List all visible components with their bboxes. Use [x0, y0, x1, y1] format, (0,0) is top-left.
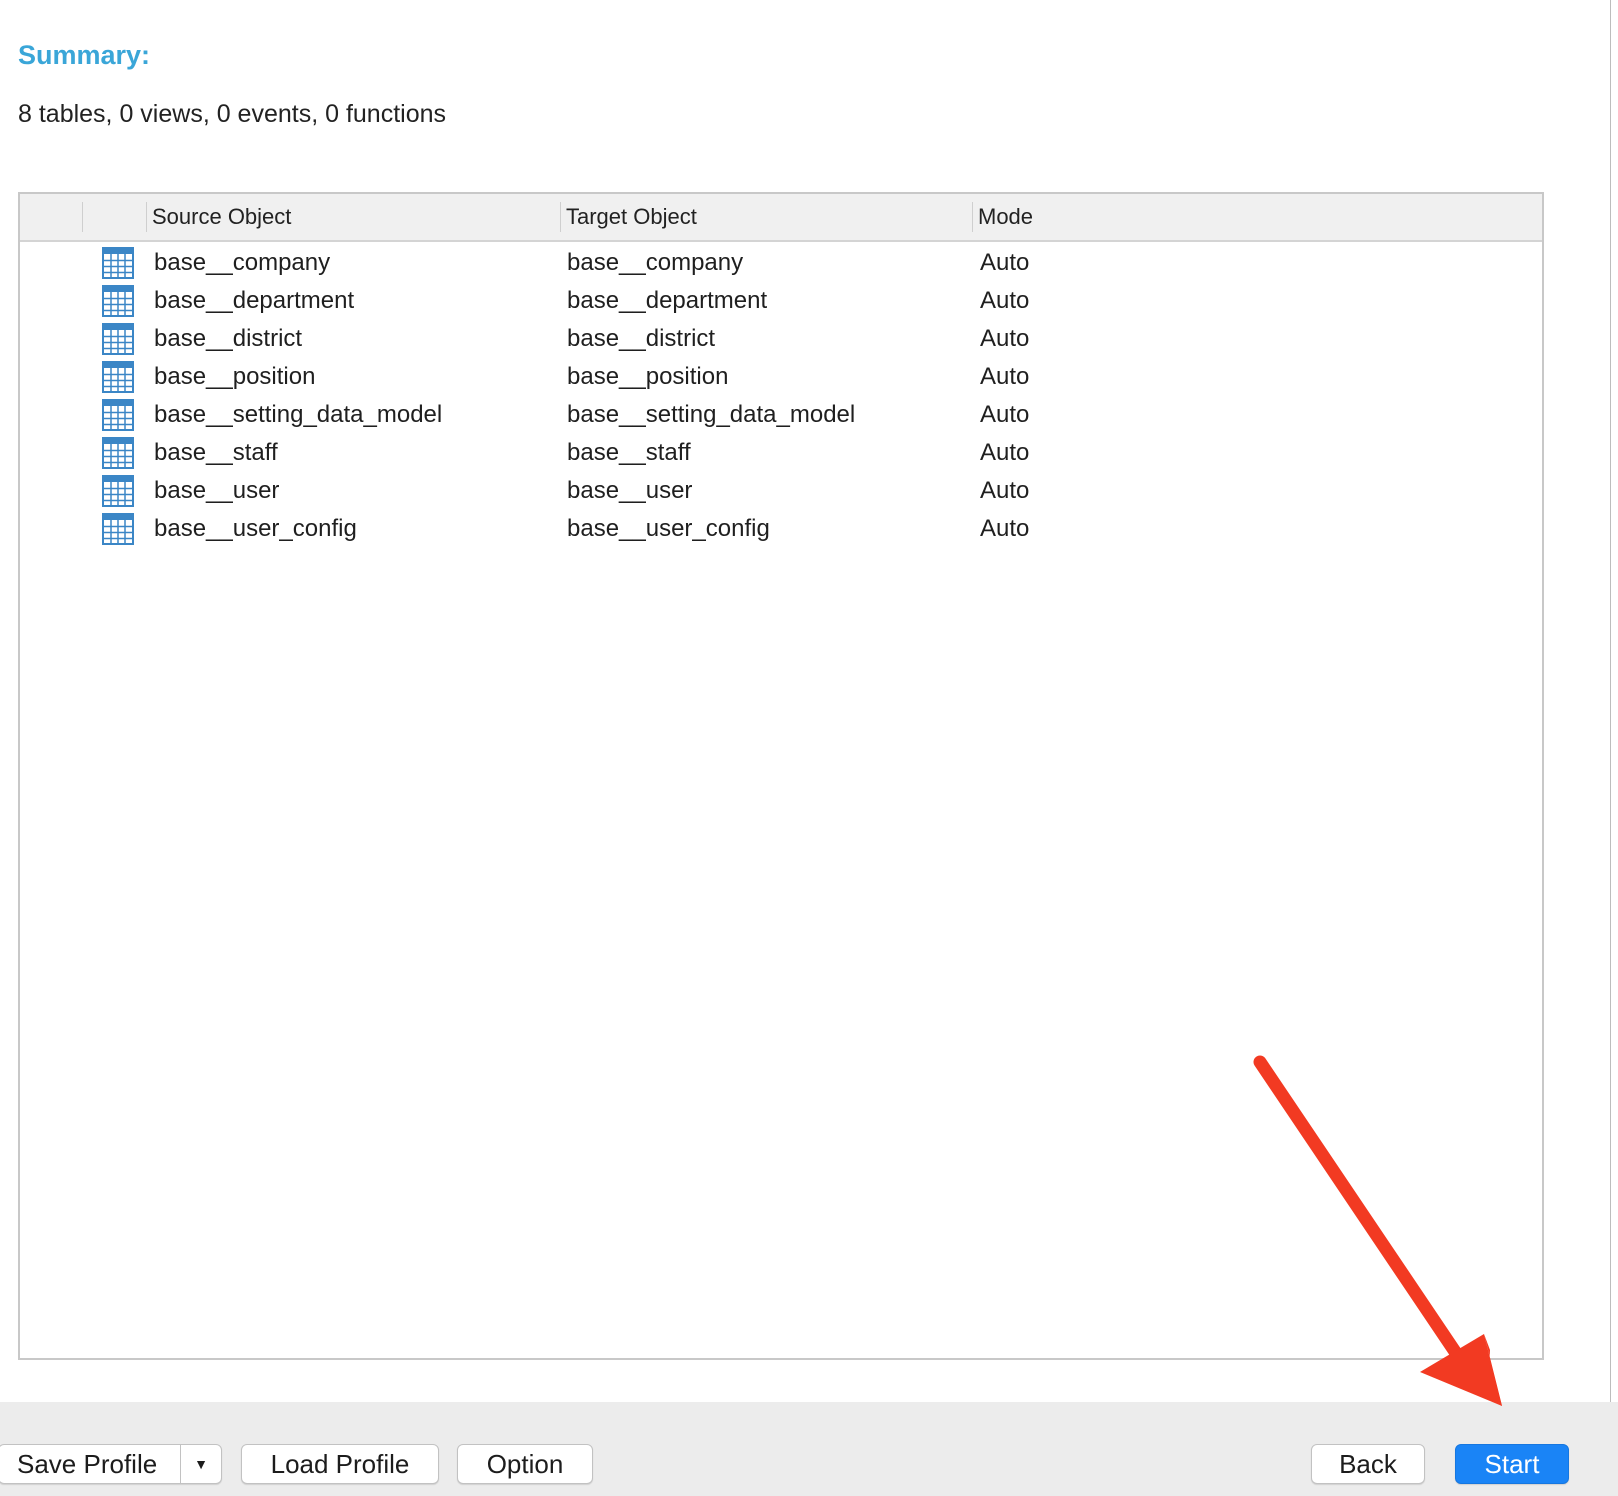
target-object-cell: base__position — [567, 363, 729, 390]
summary-title: Summary: — [18, 40, 151, 70]
table-row[interactable]: base__setting_data_model base__setting_da… — [20, 396, 1542, 434]
transfer-summary-page: Summary: 8 tables, 0 views, 0 events, 0 … — [0, 0, 1618, 1496]
target-object-cell: base__user_config — [567, 515, 770, 542]
table-icon — [102, 247, 134, 279]
table-row[interactable]: base__department base__department Auto — [20, 282, 1542, 320]
source-object-cell: base__user — [154, 477, 280, 504]
table-row[interactable]: base__district base__district Auto — [20, 320, 1542, 358]
table-icon — [102, 475, 134, 507]
column-divider[interactable] — [82, 202, 83, 232]
source-object-cell: base__user_config — [154, 515, 357, 542]
source-object-cell: base__position — [154, 363, 316, 390]
column-divider[interactable] — [972, 202, 973, 232]
mode-cell: Auto — [980, 287, 1030, 314]
table-icon — [102, 361, 134, 393]
summary-text: 8 tables, 0 views, 0 events, 0 functions — [18, 100, 447, 128]
source-object-cell: base__department — [154, 287, 355, 314]
table-icon — [102, 399, 134, 431]
header-source-object[interactable]: Source Object — [148, 194, 558, 240]
target-object-cell: base__company — [567, 249, 744, 276]
source-object-cell: base__district — [154, 325, 303, 352]
back-button[interactable]: Back — [1311, 1444, 1425, 1484]
table-row[interactable]: base__position base__position Auto — [20, 358, 1542, 396]
table-row[interactable]: base__company base__company Auto — [20, 244, 1542, 282]
source-object-cell: base__company — [154, 249, 331, 276]
mode-cell: Auto — [980, 515, 1030, 542]
mode-cell: Auto — [980, 401, 1030, 428]
start-button[interactable]: Start — [1455, 1444, 1569, 1484]
load-profile-button[interactable]: Load Profile — [241, 1444, 439, 1484]
target-object-cell: base__user — [567, 477, 693, 504]
mode-cell: Auto — [980, 325, 1030, 352]
target-object-cell: base__department — [567, 287, 768, 314]
target-object-cell: base__setting_data_model — [567, 401, 856, 428]
objects-table: Source Object Target Object Mode base__c… — [18, 192, 1544, 1360]
option-button[interactable]: Option — [457, 1444, 593, 1484]
source-object-cell: base__staff — [154, 439, 278, 466]
table-row[interactable]: base__staff base__staff Auto — [20, 434, 1542, 472]
table-row[interactable]: base__user base__user Auto — [20, 472, 1542, 510]
save-profile-button[interactable]: Save Profile ▼ — [0, 1444, 222, 1484]
header-target-object[interactable]: Target Object — [562, 194, 972, 240]
bottom-toolbar: Save Profile ▼ Load Profile Option Back … — [0, 1402, 1618, 1496]
table-icon — [102, 285, 134, 317]
target-object-cell: base__staff — [567, 439, 691, 466]
target-object-cell: base__district — [567, 325, 716, 352]
column-divider[interactable] — [146, 202, 147, 232]
source-object-cell: base__setting_data_model — [154, 401, 443, 428]
mode-cell: Auto — [980, 477, 1030, 504]
table-row[interactable]: base__user_config base__user_config Auto — [20, 510, 1542, 548]
mode-cell: Auto — [980, 363, 1030, 390]
header-mode[interactable]: Mode — [974, 194, 1274, 240]
column-divider[interactable] — [560, 202, 561, 232]
table-icon — [102, 437, 134, 469]
table-icon — [102, 513, 134, 545]
chevron-down-icon[interactable]: ▼ — [180, 1445, 221, 1483]
table-header: Source Object Target Object Mode — [20, 194, 1542, 242]
save-profile-label: Save Profile — [17, 1449, 158, 1479]
mode-cell: Auto — [980, 249, 1030, 276]
window-edge — [1610, 0, 1611, 1402]
mode-cell: Auto — [980, 439, 1030, 466]
table-icon — [102, 323, 134, 355]
